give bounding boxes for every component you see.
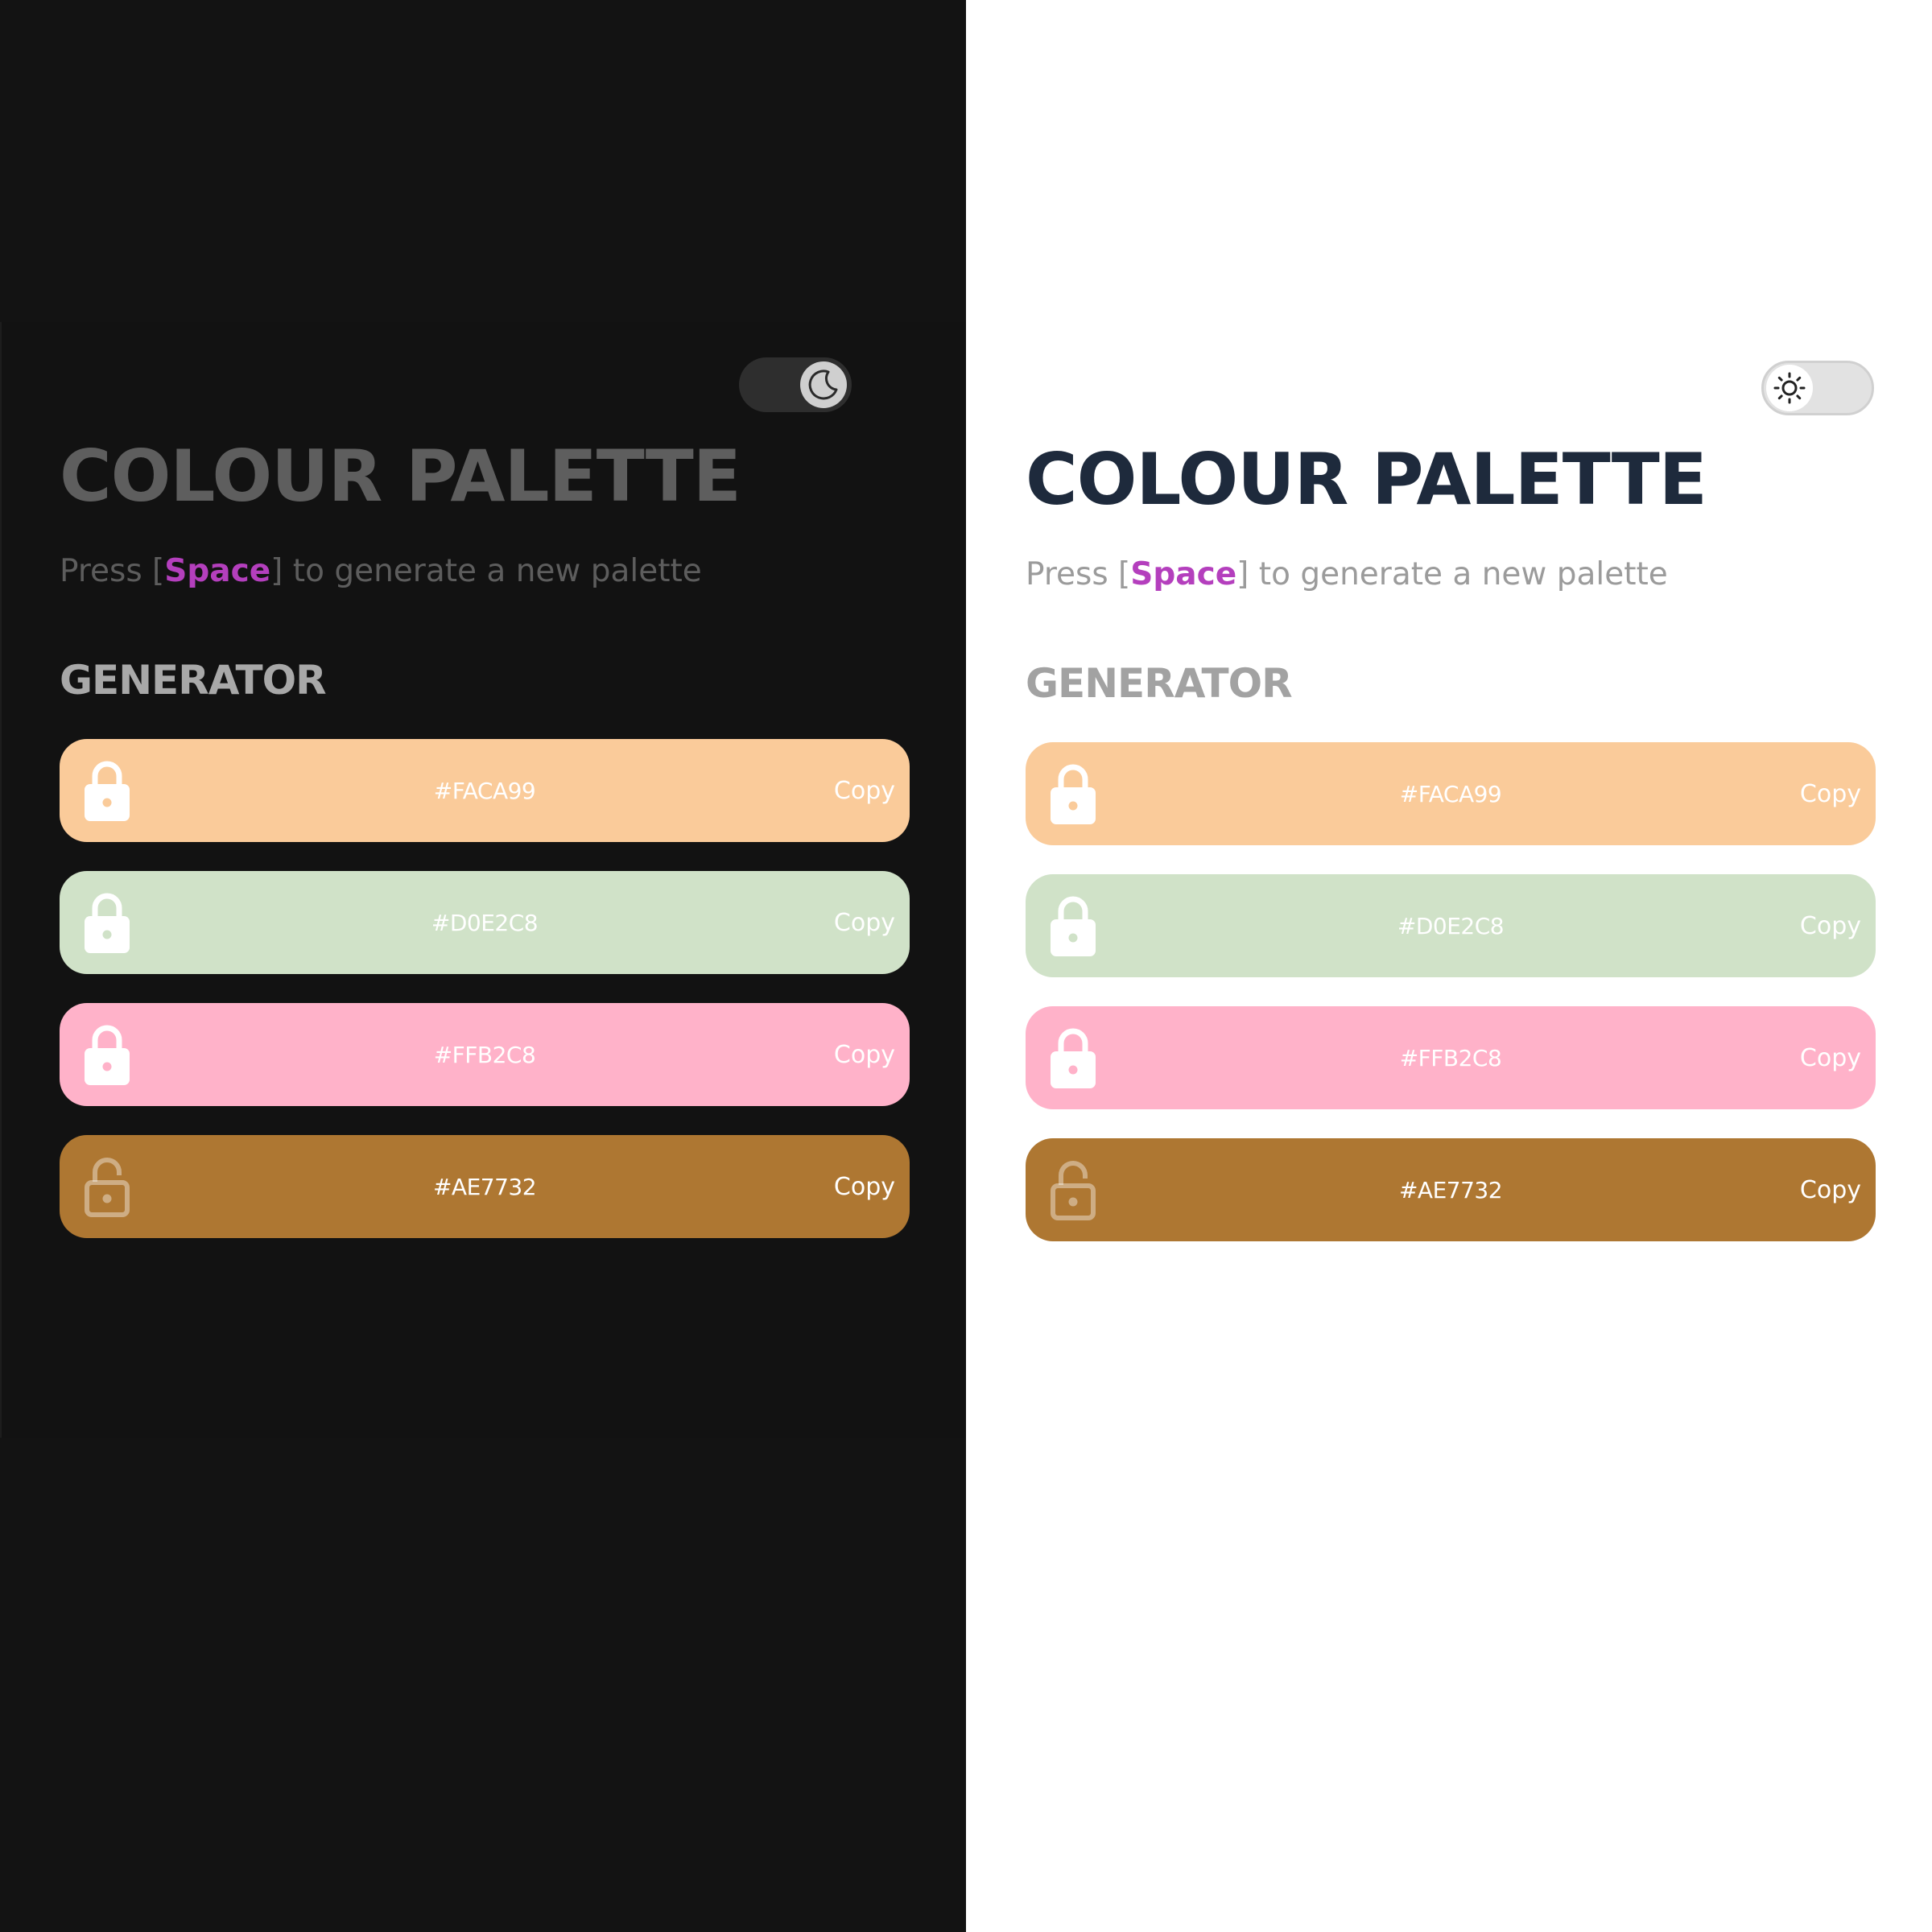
section-heading: GENERATOR [1026,660,1293,707]
subtitle-prefix: Press [ [60,553,165,589]
copy-button[interactable]: Copy [834,871,895,974]
copy-button[interactable]: Copy [834,1135,895,1238]
hex-code: #FACA99 [433,777,536,804]
hex-code: #AE7732 [1398,1176,1503,1203]
space-key-label: Space [1130,556,1237,592]
palette-row[interactable]: #FFB2C8 Copy [60,1003,910,1106]
hex-code: #AE7732 [432,1173,537,1200]
subtitle: Press [Space] to generate a new palette [1026,559,1668,590]
palette-list: #FACA99 Copy #D0E2C8 Copy #FFB2C8 Copy #AE7732… [60,739,910,1267]
theme-toggle-dark[interactable] [739,357,852,412]
palette-row[interactable]: #AE7732 Copy [60,1135,910,1238]
hex-code: #D0E2C8 [1397,912,1505,939]
copy-button[interactable]: Copy [834,739,895,842]
sun-icon [1773,372,1806,404]
copy-button[interactable]: Copy [1800,742,1861,845]
hex-code: #FFB2C8 [433,1041,536,1068]
copy-button[interactable]: Copy [1800,874,1861,977]
palette-row[interactable]: #FFB2C8 Copy [1026,1006,1876,1109]
page-title: COLOUR PALETTE [60,435,741,518]
hex-code: #FFB2C8 [1399,1044,1502,1071]
section-heading: GENERATOR [60,657,327,704]
copy-button[interactable]: Copy [1800,1138,1861,1241]
dark-theme-panel: COLOUR PALETTE Press [Space] to generate… [0,0,966,1932]
subtitle-prefix: Press [ [1026,556,1131,592]
subtitle-suffix: ] to generate a new palette [1236,556,1668,592]
palette-row[interactable]: #D0E2C8 Copy [60,871,910,974]
subtitle-suffix: ] to generate a new palette [270,553,702,589]
subtitle: Press [Space] to generate a new palette [60,555,702,587]
palette-row[interactable]: #FACA99 Copy [1026,742,1876,845]
toggle-knob [800,361,847,408]
hex-code: #FACA99 [1399,780,1502,807]
copy-button[interactable]: Copy [1800,1006,1861,1109]
hex-code: #D0E2C8 [431,909,539,936]
space-key-label: Space [164,553,271,589]
palette-row[interactable]: #D0E2C8 Copy [1026,874,1876,977]
copy-button[interactable]: Copy [834,1003,895,1106]
toggle-knob [1766,365,1813,411]
palette-row[interactable]: #FACA99 Copy [60,739,910,842]
page-title: COLOUR PALETTE [1026,438,1707,521]
light-theme-panel: COLOUR PALETTE Press [Space] to generate… [966,0,1932,1932]
theme-toggle-light[interactable] [1761,361,1874,415]
palette-list: #FACA99 Copy #D0E2C8 Copy #FFB2C8 Copy #AE7732… [1026,742,1876,1270]
moon-icon [808,369,838,400]
palette-row[interactable]: #AE7732 Copy [1026,1138,1876,1241]
